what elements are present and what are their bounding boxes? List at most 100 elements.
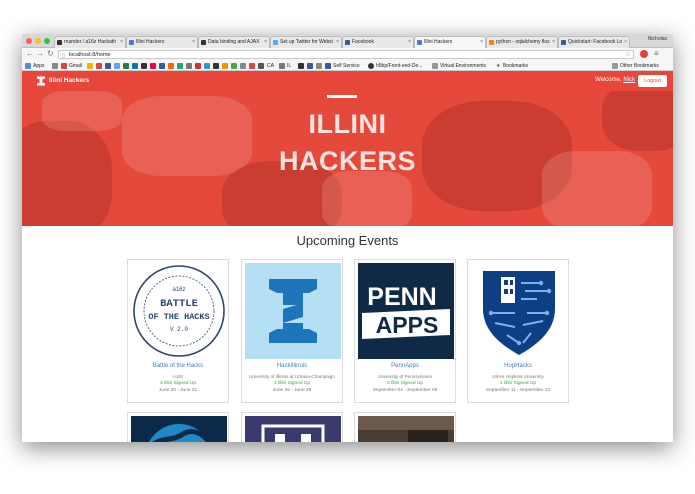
apps-icon [25, 63, 31, 69]
tab-illini-hackers-1[interactable]: Illini Hackers × [126, 36, 198, 48]
tab-illini-hackers-2[interactable]: Illini Hackers × [414, 36, 486, 48]
tab-label: python - sqlalchemy flus [496, 39, 550, 45]
bookmark-icon[interactable] [240, 63, 246, 69]
bookmark-other[interactable]: Other Bookmarks [620, 63, 659, 69]
event-dates: September 11 - September 13 [485, 388, 551, 393]
bookmark-il[interactable]: IL [287, 63, 291, 69]
bookmark-icon[interactable] [231, 63, 237, 69]
event-card-battle-of-the-hacks[interactable]: a16z BATTLE OF THE HACKS V 2.0 Battle of… [127, 259, 229, 403]
bookmark-icon[interactable] [177, 63, 183, 69]
tab-python-sqlalchemy[interactable]: python - sqlalchemy flus × [486, 36, 558, 48]
tab-facebook[interactable]: Facebook × [342, 36, 414, 48]
bookmark-gmail[interactable]: Gmail [69, 63, 82, 69]
bookmark-icon[interactable] [87, 63, 93, 69]
tab-rnandor[interactable]: rnandor / a16z Hackath × [54, 36, 126, 48]
close-tab-icon[interactable]: × [264, 37, 267, 48]
event-card-partial[interactable] [241, 412, 343, 442]
github-icon [201, 40, 206, 45]
event-name[interactable]: Battle of the Hacks [128, 363, 228, 369]
tab-label: Illini Hackers [424, 39, 453, 45]
bookmark-icon[interactable] [279, 63, 285, 69]
event-card-partial[interactable] [127, 412, 229, 442]
logo-line: BATTLE [160, 298, 198, 310]
bookmark-icon[interactable] [307, 63, 313, 69]
bookmark-icon[interactable] [159, 63, 165, 69]
event-signed-up: 0 Illini Signed Up [387, 381, 423, 386]
bookmark-icon[interactable] [213, 63, 219, 69]
bookmark-icon[interactable] [249, 63, 255, 69]
tab-label: Quickstart: Facebook Lo [568, 39, 623, 45]
tab-data-binding[interactable]: Data binding and AJAX × [198, 36, 270, 48]
bookmark-icon[interactable] [96, 63, 102, 69]
reload-icon[interactable]: ↻ [47, 49, 54, 58]
event-dates: June 26 - June 28 [272, 388, 312, 393]
bookmark-icon[interactable] [298, 63, 304, 69]
bookmark-icon[interactable] [258, 63, 264, 69]
close-tab-icon[interactable]: × [480, 37, 483, 48]
event-signed-up: 1 Illini Signed Up [500, 381, 536, 386]
event-card-hackillinois[interactable]: HackIllinois University of Illinois at U… [241, 259, 343, 403]
bookmark-icon[interactable] [168, 63, 174, 69]
github-icon [57, 40, 62, 45]
bookmark-icon[interactable] [105, 63, 111, 69]
tab-twitter[interactable]: Set up Twitter for Websi × [270, 36, 342, 48]
bookmark-virtual-env[interactable]: Virtual Environments [440, 63, 486, 69]
forward-arrow-icon[interactable]: → [36, 49, 44, 58]
bookmark-ca[interactable]: CA [267, 63, 274, 69]
tab-quickstart-facebook[interactable]: Quickstart: Facebook Lo × [558, 36, 630, 48]
folder-icon [612, 63, 618, 69]
close-tab-icon[interactable]: × [120, 37, 123, 48]
address-bar[interactable]: ▯ localhost:8/home [58, 50, 634, 59]
back-arrow-icon[interactable]: ← [26, 49, 34, 58]
hero-title-line1: ILLINI [308, 109, 387, 139]
bookmark-bookmarks[interactable]: Bookmarks [503, 63, 528, 69]
event-card-partial[interactable] [354, 412, 456, 442]
twitter-icon [273, 40, 278, 45]
event-card-hophacks[interactable]: HopHacks Johns Hopkins University 1 Illi… [467, 259, 569, 403]
upcoming-events-heading: Upcoming Events [296, 233, 399, 248]
menu-icon[interactable]: ≡ [654, 49, 659, 58]
event-signed-up: 3 Illini Signed Up [160, 381, 196, 386]
close-tab-icon[interactable]: × [552, 37, 555, 48]
bookmark-icon[interactable] [186, 63, 192, 69]
bookmark-icon[interactable] [195, 63, 201, 69]
bookmark-star-icon[interactable]: ☆ [625, 50, 631, 58]
close-tab-icon[interactable]: × [336, 37, 339, 48]
brand-link[interactable]: Illini Hackers [36, 76, 89, 86]
close-tab-icon[interactable]: × [624, 37, 627, 48]
bookmarks-bar: Apps Gmail CA IL Self Service h5bp/Front [22, 61, 673, 71]
event-logo: a16z BATTLE OF THE HACKS V 2.0 [131, 263, 227, 359]
close-tab-icon[interactable]: × [192, 37, 195, 48]
extension-icon[interactable] [640, 50, 648, 58]
event-logo [471, 263, 567, 359]
profile-name[interactable]: Nicholas [648, 36, 667, 42]
hackillinois-logo-icon [269, 279, 317, 343]
bookmark-icon[interactable] [132, 63, 138, 69]
bookmark-h5bp[interactable]: h5bp/Front-end-De... [376, 63, 422, 69]
bookmark-icon[interactable] [114, 63, 120, 69]
event-name[interactable]: HopHacks [468, 363, 568, 369]
close-window-button[interactable] [26, 38, 32, 44]
battle-of-the-hacks-logo-icon: a16z BATTLE OF THE HACKS V 2.0 [133, 265, 225, 357]
event-card-pennapps[interactable]: PENN APPS PennApps University of Pennsyl… [354, 259, 456, 403]
bookmark-icon[interactable] [52, 63, 58, 69]
logout-button[interactable]: Logout [638, 75, 667, 87]
hero-photo-shape [322, 171, 412, 226]
event-logo: PENN APPS [358, 263, 454, 359]
event-name[interactable]: PennApps [355, 363, 455, 369]
close-tab-icon[interactable]: × [408, 37, 411, 48]
bookmark-icon[interactable] [222, 63, 228, 69]
bookmark-apps[interactable]: Apps [33, 63, 44, 69]
event-name[interactable]: HackIllinois [242, 363, 342, 369]
bookmark-icon[interactable] [150, 63, 156, 69]
minimize-window-button[interactable] [35, 38, 41, 44]
bookmark-icon[interactable] [141, 63, 147, 69]
zoom-window-button[interactable] [44, 38, 50, 44]
logo-line: APPS [376, 312, 439, 338]
tab-label: rnandor / a16z Hackath [64, 39, 116, 45]
user-link[interactable]: Nick [623, 77, 635, 83]
bookmark-self-service[interactable]: Self Service [333, 63, 360, 69]
bookmark-icon[interactable] [123, 63, 129, 69]
bookmark-icon[interactable] [316, 63, 322, 69]
bookmark-icon[interactable] [204, 63, 210, 69]
